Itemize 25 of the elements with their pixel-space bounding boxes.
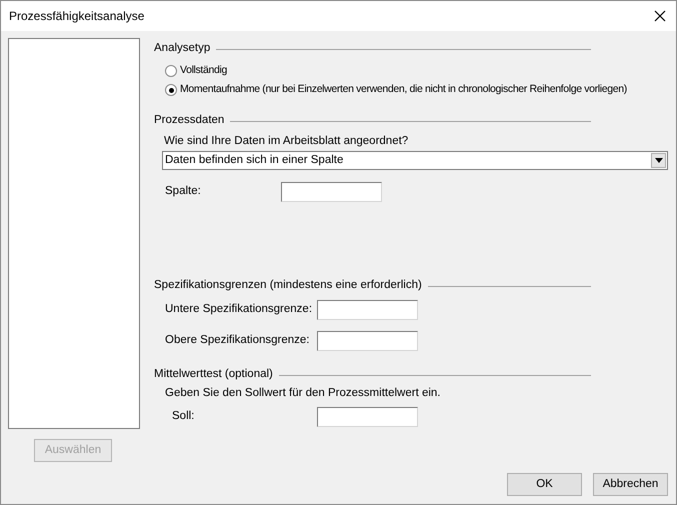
question-label: Wie sind Ihre Daten im Arbeitsblatt angeordnet? [163, 134, 410, 149]
input-field[interactable] [317, 300, 418, 320]
field-label: Obere Spezifikationsgrenze: [164, 333, 310, 348]
section-heading: Analysetyp [153, 41, 210, 56]
variable-list[interactable] [8, 38, 140, 429]
field-label: Spalte: [164, 184, 202, 200]
dialog-button[interactable]: Abbrechen [593, 473, 668, 496]
input-field[interactable] [317, 331, 418, 351]
input-field[interactable] [281, 182, 382, 202]
dropdown[interactable]: Daten befinden sich in einer Spalte [162, 151, 668, 170]
section-heading: Mittelwerttest (optional) [153, 367, 273, 382]
input-field[interactable] [317, 407, 418, 427]
close-icon[interactable] [654, 10, 666, 22]
window-title: Prozessfähigkeitsanalyse [9, 8, 144, 25]
option-label[interactable]: Momentaufnahme (nur bei Einzelwerten verwenden, die nicht in chronologischer Reihenfolge vorliegen) [180, 82, 627, 98]
radio-button[interactable] [165, 65, 177, 77]
field-label: Untere Spezifikationsgrenze: [164, 302, 314, 318]
radio-button[interactable] [165, 84, 177, 96]
dialog-button[interactable]: OK [507, 473, 582, 496]
option-label[interactable]: Vollständig [180, 63, 227, 79]
section-heading: Spezifikationsgrenzen (mindestens eine erforderlich) [153, 278, 422, 294]
caret-icon [651, 153, 666, 168]
field-label: Soll: [171, 409, 196, 424]
hint-text: Geben Sie den Sollwert für den Prozessmittelwert ein. [164, 386, 442, 401]
section-heading: Prozessdaten [153, 113, 224, 128]
